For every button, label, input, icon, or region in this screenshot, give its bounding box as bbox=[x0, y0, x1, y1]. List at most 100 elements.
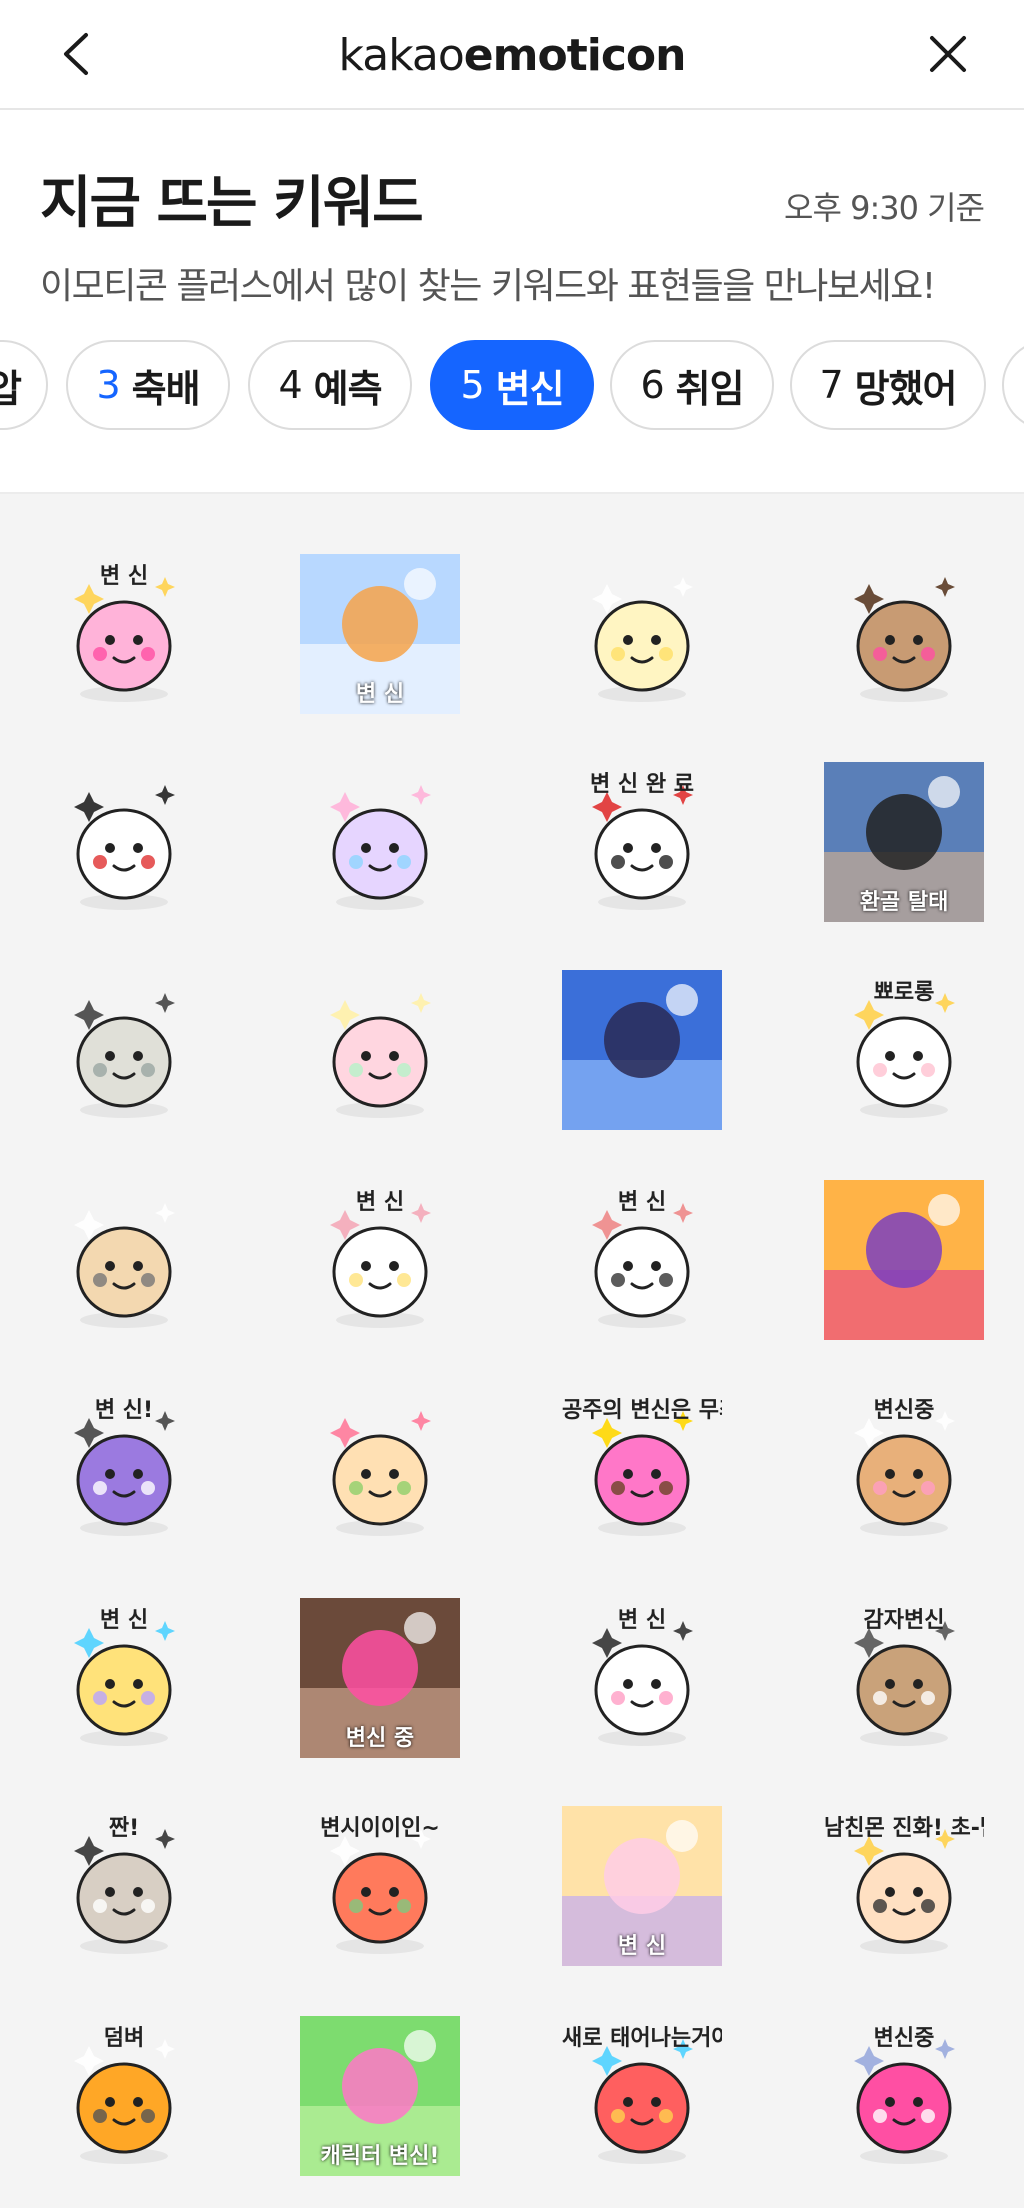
chip-word: 예측 bbox=[313, 366, 383, 411]
emoticon-caption: 변 신 bbox=[99, 1608, 149, 1633]
emoticon-magical-girl[interactable]: 변 신 bbox=[44, 554, 204, 714]
emoticon-anime-girl-sparkle[interactable] bbox=[562, 970, 722, 1130]
emoticon-image: 변 신 bbox=[44, 554, 204, 714]
emoticon-image bbox=[300, 970, 460, 1130]
emoticon-image: 변 신 완 료 bbox=[562, 762, 722, 922]
emoticon-caption: 변 신 bbox=[355, 682, 405, 707]
emoticon-image bbox=[562, 554, 722, 714]
emoticon-image bbox=[44, 970, 204, 1130]
kakao-emoticon-logo: kakaoemoticon bbox=[0, 28, 1024, 84]
emoticon-cross-arms-face[interactable]: 변 신 bbox=[562, 1598, 722, 1758]
emoticon-image: 변 신 bbox=[44, 1598, 204, 1758]
emoticon-ghost-wand[interactable]: 뾰로롱 bbox=[824, 970, 984, 1130]
emoticon-caption: 변 신 bbox=[617, 1608, 667, 1633]
chip-number: 5 bbox=[460, 363, 484, 407]
emoticon-bunny-dress[interactable]: 변 신 bbox=[300, 1180, 460, 1340]
keyword-chip-8[interactable] bbox=[1002, 340, 1024, 430]
logo-text-emoticon: emoticon bbox=[463, 30, 687, 81]
close-icon bbox=[930, 36, 966, 72]
emoticon-man-shorts[interactable]: 변 신 bbox=[562, 1180, 722, 1340]
emoticon-rainbow-chick[interactable]: 새로 태어나는거야 bbox=[562, 2016, 722, 2176]
chip-number: 6 bbox=[640, 363, 664, 407]
emoticon-caption: 짠! bbox=[108, 1816, 140, 1841]
emoticon-grid: 변 신변 신변 신 완 료 환골 탈태 뾰로롱 변 신변 신변 신! 공주의 변신은 무… bbox=[0, 492, 1024, 2208]
emoticon-image bbox=[824, 554, 984, 714]
emoticon-caption: 변신중 bbox=[873, 1398, 935, 1423]
keyword-chip-4[interactable]: 4 예측 bbox=[248, 340, 412, 430]
emoticon-robot-mech[interactable]: 덤벼 bbox=[44, 2016, 204, 2176]
emoticon-caption: 변 신 bbox=[617, 1190, 667, 1215]
emoticon-image: 변 신! bbox=[44, 1388, 204, 1548]
emoticon-image: 캐릭터 변신! bbox=[300, 2016, 460, 2176]
emoticon-image: 남친몬 진화! 초-남친몬 bbox=[824, 1806, 984, 1966]
keyword-chip-list: 압 3 축배 4 예측 5 변신 6 취임 7 망했어 bbox=[0, 340, 1024, 432]
emoticon-ice-cream-chick[interactable]: 변 신 bbox=[44, 1598, 204, 1758]
emoticon-caption: 캐릭터 변신! bbox=[320, 2144, 440, 2169]
emoticon-image: 변시이이인~ bbox=[300, 1806, 460, 1966]
emoticon-image bbox=[300, 1388, 460, 1548]
emoticon-image bbox=[824, 1180, 984, 1340]
emoticon-image: 감자변신 bbox=[824, 1598, 984, 1758]
emoticon-pink-hair-mirror[interactable]: 변신중 bbox=[824, 2016, 984, 2176]
emoticon-princess-hamster[interactable] bbox=[824, 554, 984, 714]
chip-word: 축배 bbox=[131, 366, 201, 411]
emoticon-caption: 변신 중 bbox=[345, 1726, 415, 1751]
emoticon-witch-kid[interactable]: 변 신! bbox=[44, 1388, 204, 1548]
chip-word: 망했어 bbox=[854, 366, 958, 411]
emoticon-seal-jump[interactable]: 짠! bbox=[44, 1806, 204, 1966]
emoticon-princess-transform[interactable]: 공주의 변신은 무죄 bbox=[562, 1388, 722, 1548]
emoticon-character-transform[interactable]: 캐릭터 변신! bbox=[300, 2016, 460, 2176]
emoticon-image: 공주의 변신은 무죄 bbox=[562, 1388, 722, 1548]
chip-number: 7 bbox=[819, 363, 843, 407]
emoticon-caption: 변시이이인~ bbox=[320, 1816, 440, 1841]
keyword-chip-6[interactable]: 6 취임 bbox=[610, 340, 774, 430]
emoticon-caption: 변신중 bbox=[873, 2026, 935, 2051]
page-subtitle: 이모티콘 플러스에서 많이 찾는 키워드와 표현들을 만나보세요! bbox=[40, 266, 936, 307]
keyword-chip-7[interactable]: 7 망했어 bbox=[790, 340, 986, 430]
chip-word: 취임 bbox=[675, 366, 745, 411]
emoticon-woman-photo[interactable]: 변신 중 bbox=[300, 1598, 460, 1758]
emoticon-caption: 환골 탈태 bbox=[859, 890, 949, 915]
keyword-chip-5-active[interactable]: 5 변신 bbox=[430, 340, 594, 430]
emoticon-image: 변 신 bbox=[300, 1180, 460, 1340]
emoticon-dog-mirror[interactable]: 변신중 bbox=[824, 1388, 984, 1548]
emoticon-caption: 공주의 변신은 무죄 bbox=[562, 1398, 722, 1423]
emoticon-potato-cat[interactable]: 감자변신 bbox=[824, 1598, 984, 1758]
emoticon-puppy-cape[interactable] bbox=[44, 762, 204, 922]
chip-word: 압 bbox=[0, 366, 22, 411]
page-title: 지금 뜨는 키워드 bbox=[40, 171, 424, 236]
emoticon-hamster-swim[interactable] bbox=[300, 1388, 460, 1548]
emoticon-image: 변 신 bbox=[562, 1180, 722, 1340]
update-time: 오후 9:30 기준 bbox=[784, 189, 985, 227]
keyword-chip-3[interactable]: 3 축배 bbox=[66, 340, 230, 430]
emoticon-image: 변 신 bbox=[562, 1806, 722, 1966]
emoticon-dancing-lady[interactable]: 변 신 완 료 bbox=[562, 762, 722, 922]
emoticon-image bbox=[300, 762, 460, 922]
emoticon-boyfriend-evolve[interactable]: 남친몬 진화! 초-남친몬 bbox=[824, 1806, 984, 1966]
emoticon-sparkle-blob[interactable] bbox=[562, 554, 722, 714]
emoticon-anime-muscle[interactable]: 환골 탈태 bbox=[824, 762, 984, 922]
emoticon-witch-girl[interactable] bbox=[824, 1180, 984, 1340]
emoticon-dino-creature[interactable] bbox=[44, 970, 204, 1130]
emoticon-image: 변 신 bbox=[562, 1598, 722, 1758]
emoticon-image: 짠! bbox=[44, 1806, 204, 1966]
emoticon-peanut-bird[interactable] bbox=[44, 1180, 204, 1340]
emoticon-image: 환골 탈태 bbox=[824, 762, 984, 922]
emoticon-image: 변신중 bbox=[824, 2016, 984, 2176]
logo-text-kakao: kakao bbox=[338, 30, 465, 81]
emoticon-image: 덤벼 bbox=[44, 2016, 204, 2176]
keyword-chip-2[interactable]: 압 bbox=[0, 340, 48, 430]
emoticon-caption: 변 신 완 료 bbox=[590, 772, 694, 797]
emoticon-caption: 변 신 bbox=[99, 564, 149, 589]
emoticon-bunny-ballerina[interactable] bbox=[300, 762, 460, 922]
close-button[interactable] bbox=[916, 22, 980, 86]
emoticon-image: 뾰로롱 bbox=[824, 970, 984, 1130]
emoticon-peach-dude[interactable]: 변시이이인~ bbox=[300, 1806, 460, 1966]
emoticon-rainbow-puff[interactable] bbox=[300, 970, 460, 1130]
emoticon-hamster-stack[interactable]: 변 신 bbox=[562, 1806, 722, 1966]
emoticon-image: 변신중 bbox=[824, 1388, 984, 1548]
emoticon-caption: 남친몬 진화! 초-남친몬 bbox=[824, 1816, 984, 1841]
emoticon-rainbow-bird-photo[interactable]: 변 신 bbox=[300, 554, 460, 714]
chip-number: 4 bbox=[278, 363, 302, 407]
chip-word: 변신 bbox=[495, 366, 565, 411]
